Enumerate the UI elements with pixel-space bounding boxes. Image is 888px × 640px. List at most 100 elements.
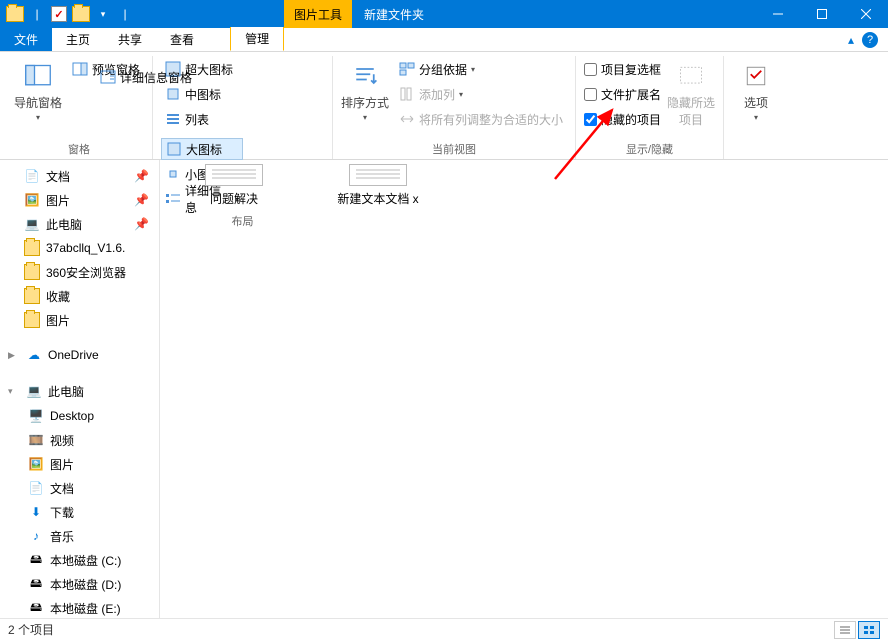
pin-icon: 📌 [134,193,149,207]
onedrive-icon: ☁ [26,347,42,363]
sidebar-item-documents2[interactable]: 📄文档 [0,476,159,500]
document-icon: 📄 [28,480,44,496]
expand-icon[interactable]: ▶ [8,350,20,361]
options-button[interactable]: 选项 ▾ [732,56,780,142]
size-columns-button: 将所有列调整为合适的大小 [395,108,567,130]
pin-icon: 📌 [134,169,149,183]
add-columns-icon [399,86,415,102]
sidebar-item-documents[interactable]: 📄文档📌 [0,164,159,188]
sidebar-item-favorites[interactable]: 收藏 [0,284,159,308]
sidebar-item-videos[interactable]: 🎞️视频 [0,428,159,452]
sidebar-item-this-pc[interactable]: ▾💻此电脑 [0,378,159,404]
layout-list[interactable]: 列表 [161,108,243,130]
sidebar-item-disk-d[interactable]: 🖴本地磁盘 (D:) [0,572,159,596]
item-checkboxes-checkbox[interactable]: 项目复选框 [584,58,661,80]
collapse-icon[interactable]: ▾ [8,386,20,397]
hide-selected-button: 隐藏所选项目 [667,56,715,138]
tab-home[interactable]: 主页 [52,28,104,51]
minimize-button[interactable] [756,0,800,28]
add-columns-button: 添加列 ▾ [395,83,567,105]
disk-icon: 🖴 [28,576,44,592]
sidebar-item-desktop[interactable]: 🖥️Desktop [0,404,159,428]
tab-share[interactable]: 共享 [104,28,156,51]
music-icon: ♪ [28,528,44,544]
nav-pane-button[interactable]: 导航窗格 ▾ [14,56,62,138]
size-columns-icon [399,111,415,127]
medium-icon [165,86,181,102]
preview-pane-icon [72,61,88,77]
sidebar-item-folder1[interactable]: 37abcllq_V1.6. [0,236,159,260]
document-icon: 📄 [24,168,40,184]
ribbon-group-panes: 导航窗格 ▾ 预览窗格 详细信息窗格 窗格 [6,56,153,159]
folder-icon [24,312,40,328]
folder-icon [24,240,40,256]
pc-icon: 💻 [24,216,40,232]
tab-manage[interactable]: 管理 [230,27,284,51]
group-title-show-hide: 显示/隐藏 [584,138,715,159]
chevron-down-icon: ▾ [36,113,40,122]
ribbon-group-current-view: 排序方式 ▾ 分组依据 ▾ 添加列 ▾ 将所有列调整为合适的大小 当前视图 [333,56,576,159]
sidebar-item-disk-e[interactable]: 🖴本地磁盘 (E:) [0,596,159,618]
sidebar-item-this-pc-pin[interactable]: 💻此电脑📌 [0,212,159,236]
ribbon-group-show-hide: 项目复选框 文件扩展名 隐藏的项目 隐藏所选项目 显示/隐藏 [576,56,724,159]
sidebar-item-onedrive[interactable]: ▶☁OneDrive [0,342,159,368]
ribbon-group-options: 选项 ▾ [724,56,788,159]
file-item[interactable]: 新建文本文档 x [330,160,426,207]
file-label: 问题解决 [210,190,258,207]
window-title: 新建文件夹 [352,6,436,23]
group-by-icon [399,61,415,77]
large-icon [166,141,182,157]
pictures-icon: 🖼️ [24,192,40,208]
folder-icon [6,5,24,23]
folder-icon-2[interactable] [72,5,90,23]
sidebar-item-music[interactable]: ♪音乐 [0,524,159,548]
group-title-current-view: 当前视图 [341,138,567,159]
chevron-down-icon: ▾ [754,113,758,122]
ribbon-tabs: 文件 主页 共享 查看 管理 ▴ ? [0,28,888,52]
qat-separator-2: | [116,5,134,23]
statusbar: 2 个项目 [0,618,888,640]
file-thumbnail [205,164,263,186]
downloads-icon: ⬇ [28,504,44,520]
pictures-icon: 🖼️ [28,456,44,472]
list-icon [165,111,181,127]
sidebar-item-folder2[interactable]: 360安全浏览器 [0,260,159,284]
sidebar-item-pictures3[interactable]: 🖼️图片 [0,452,159,476]
properties-icon[interactable]: ✓ [50,5,68,23]
sidebar-item-pictures2[interactable]: 图片 [0,308,159,332]
tab-file[interactable]: 文件 [0,28,52,51]
view-details-button[interactable] [834,621,856,639]
sidebar-item-pictures[interactable]: 🖼️图片📌 [0,188,159,212]
file-label: 新建文本文档 x [337,190,418,207]
folder-icon [24,264,40,280]
navigation-sidebar[interactable]: 📄文档📌 🖼️图片📌 💻此电脑📌 37abcllq_V1.6. 360安全浏览器… [0,160,160,618]
qat-dropdown-icon[interactable]: ▾ [94,5,112,23]
hidden-items-checkbox[interactable]: 隐藏的项目 [584,108,661,130]
nav-pane-label: 导航窗格 [14,94,62,111]
sort-icon [349,60,381,92]
desktop-icon: 🖥️ [28,408,44,424]
sidebar-item-downloads[interactable]: ⬇下载 [0,500,159,524]
help-icon[interactable]: ? [862,32,878,48]
view-large-button[interactable] [858,621,880,639]
sidebar-item-disk-c[interactable]: 🖴本地磁盘 (C:) [0,548,159,572]
tab-view[interactable]: 查看 [156,28,208,51]
quick-access-toolbar: | ✓ ▾ | [0,5,140,23]
ribbon: 导航窗格 ▾ 预览窗格 详细信息窗格 窗格 超大图标 中图标 列表 [0,52,888,160]
collapse-ribbon-icon[interactable]: ▴ [848,33,854,47]
group-by-button[interactable]: 分组依据 ▾ [395,58,567,80]
filename-ext-checkbox[interactable]: 文件扩展名 [584,83,661,105]
file-pane[interactable]: 问题解决 新建文本文档 x [160,160,888,618]
videos-icon: 🎞️ [28,432,44,448]
file-item[interactable]: 问题解决 [186,160,282,207]
layout-large[interactable]: 大图标 [161,138,243,160]
sort-by-button[interactable]: 排序方式 ▾ [341,56,389,138]
maximize-button[interactable] [800,0,844,28]
status-count: 2 个项目 [8,621,54,638]
nav-pane-icon [22,60,54,92]
window-controls [756,0,888,28]
close-button[interactable] [844,0,888,28]
contextual-tab[interactable]: 图片工具 [284,0,352,28]
chevron-down-icon: ▾ [459,90,463,99]
details-pane-button[interactable]: 详细信息窗格 [96,66,196,88]
